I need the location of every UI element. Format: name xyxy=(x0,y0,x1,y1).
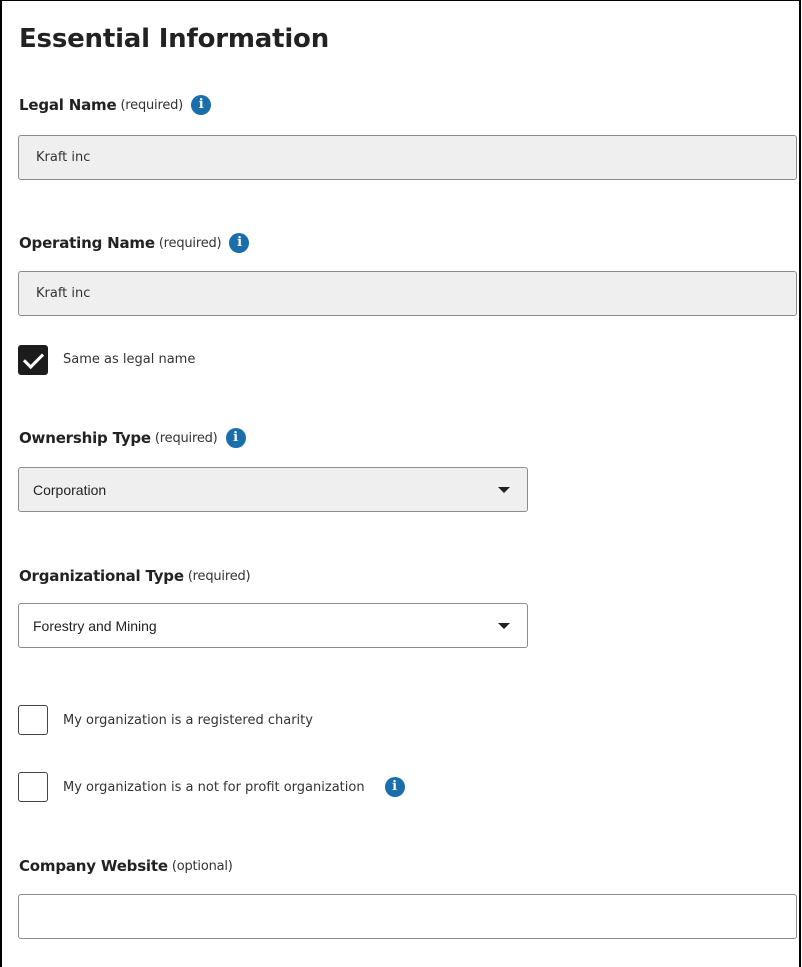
company-website-label-text: Company Website xyxy=(19,857,168,875)
legal-name-qualifier: (required) xyxy=(120,97,184,113)
company-website-qualifier: (optional) xyxy=(171,858,233,874)
legal-name-field[interactable]: Kraft inc xyxy=(18,135,797,180)
legal-name-label: Legal Name (required) i xyxy=(19,95,212,115)
chevron-down-icon xyxy=(498,486,510,493)
operating-name-label: Operating Name (required) i xyxy=(19,233,250,253)
same-as-legal-name-label: Same as legal name xyxy=(63,352,196,367)
info-icon[interactable]: i xyxy=(384,777,405,797)
not-for-profit-label: My organization is a not for profit orga… xyxy=(63,779,365,795)
ownership-type-label-text: Ownership Type xyxy=(19,429,151,447)
registered-charity-checkbox[interactable] xyxy=(18,705,48,735)
not-for-profit-label-row: My organization is a not for profit orga… xyxy=(63,777,405,797)
company-website-label: Company Website (optional) xyxy=(19,857,233,875)
ownership-type-select[interactable]: Corporation xyxy=(18,467,528,512)
company-website-input[interactable] xyxy=(18,894,797,939)
not-for-profit-checkbox[interactable] xyxy=(18,772,48,802)
organizational-type-selected: Forestry and Mining xyxy=(33,617,157,634)
operating-name-qualifier: (required) xyxy=(158,235,222,251)
info-icon[interactable]: i xyxy=(225,428,246,448)
organizational-type-qualifier: (required) xyxy=(187,568,251,584)
info-icon[interactable]: i xyxy=(229,233,250,253)
operating-name-value: Kraft inc xyxy=(36,286,91,301)
organizational-type-label-text: Organizational Type xyxy=(19,567,184,585)
ownership-type-label: Ownership Type (required) i xyxy=(19,428,246,448)
organizational-type-label: Organizational Type (required) xyxy=(19,567,251,585)
operating-name-field[interactable]: Kraft inc xyxy=(18,271,797,316)
same-as-legal-name-checkbox[interactable] xyxy=(18,345,48,375)
operating-name-label-text: Operating Name xyxy=(19,234,155,252)
legal-name-label-text: Legal Name xyxy=(19,96,117,114)
ownership-type-selected: Corporation xyxy=(33,481,107,498)
legal-name-value: Kraft inc xyxy=(36,150,91,165)
info-icon[interactable]: i xyxy=(191,95,212,115)
organizational-type-select[interactable]: Forestry and Mining xyxy=(18,603,528,648)
chevron-down-icon xyxy=(498,622,510,629)
registered-charity-label: My organization is a registered charity xyxy=(63,713,313,728)
ownership-type-qualifier: (required) xyxy=(154,430,218,446)
page-title: Essential Information xyxy=(19,24,330,54)
